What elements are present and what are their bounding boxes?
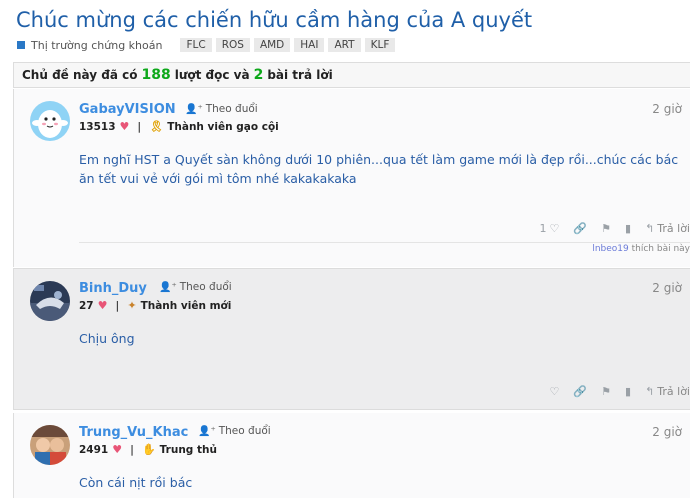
user-rank: Thành viên mới (140, 299, 232, 312)
user-meta: 27 ♥ | ✦ Thành viên mới (79, 299, 231, 312)
heart-icon: ♥ (97, 299, 108, 312)
user-rank: Trung thủ (159, 443, 217, 456)
bookmark-button[interactable]: ▮ (625, 222, 631, 235)
replies-label: bài trả lời (267, 68, 333, 82)
reply-button[interactable]: ↰ Trả lời (645, 385, 690, 398)
heart-outline-icon: ♡ (549, 385, 560, 398)
tag[interactable]: AMD (253, 38, 291, 52)
post-divider (79, 242, 690, 243)
follow-label: Theo đuổi (205, 103, 258, 115)
avatar[interactable] (30, 281, 70, 321)
stats-prefix: Chủ đề này đã có (22, 68, 138, 82)
avatar[interactable] (30, 101, 70, 141)
tag[interactable]: HAI (294, 38, 325, 52)
tag[interactable]: ROS (215, 38, 250, 52)
post-time[interactable]: 2 giờ (652, 281, 682, 295)
liked-suffix: thích bài này (631, 244, 690, 254)
user-score: 2491 (79, 443, 109, 456)
post: GabayVISION 👤⁺ Theo đuổi 2 giờ 13513 ♥ |… (13, 89, 690, 267)
flag-button[interactable]: ⚑ (601, 222, 611, 235)
category-badge-icon (17, 41, 25, 49)
user-score: 13513 (79, 120, 116, 133)
share-link-button[interactable]: 🔗 (573, 385, 587, 398)
like-button[interactable]: ♡ (550, 385, 560, 398)
tag[interactable]: KLF (364, 38, 396, 52)
reply-button[interactable]: ↰ Trả lời (645, 222, 690, 235)
heart-icon: ♥ (119, 120, 130, 133)
liker-name[interactable]: lnbeo19 (592, 244, 628, 254)
follow-label: Theo đuổi (179, 281, 232, 293)
user-meta: 2491 ♥ | ✋ Trung thủ (79, 443, 217, 456)
follow-button[interactable]: 👤⁺ Theo đuổi (185, 103, 258, 115)
medal-icon: 🎗 (149, 120, 164, 133)
reply-icon: ↰ (645, 385, 655, 398)
follow-button[interactable]: 👤⁺ Theo đuổi (198, 425, 271, 437)
post: Binh_Duy 👤⁺ Theo đuổi 2 giờ 27 ♥ | ✦ Thà… (13, 268, 690, 410)
link-icon: 🔗 (573, 222, 588, 235)
flag-button[interactable]: ⚑ (601, 385, 611, 398)
avatar[interactable] (30, 425, 70, 465)
reply-label: Trả lời (657, 222, 690, 235)
meta-separator: | (115, 299, 120, 312)
post-actions: 1 ♡ 🔗 ⚑ ▮ ↰ Trả lời (540, 222, 690, 235)
topic-title[interactable]: Chúc mừng các chiến hữu cầm hàng của A q… (16, 8, 532, 32)
post-body: Chịu ông (79, 331, 135, 346)
hand-icon: ✋ (141, 443, 156, 456)
views-count: 188 (141, 67, 171, 83)
tag[interactable]: FLC (180, 38, 212, 52)
liked-by: lnbeo19 thích bài này (592, 244, 690, 254)
post-username[interactable]: Binh_Duy (79, 281, 147, 296)
meta-separator: | (137, 120, 142, 133)
link-icon: 🔗 (573, 385, 588, 398)
share-link-button[interactable]: 🔗 (573, 222, 587, 235)
category-link[interactable]: Thị trường chứng khoán (31, 39, 162, 52)
tag-list: FLC ROS AMD HAI ART KLF (180, 38, 396, 52)
follow-button[interactable]: 👤⁺ Theo đuổi (159, 281, 232, 293)
flag-icon: ⚑ (601, 385, 611, 398)
reply-icon: ↰ (645, 222, 655, 235)
heart-outline-icon: ♡ (549, 222, 560, 235)
user-score: 27 (79, 299, 94, 312)
post-actions: ♡ 🔗 ⚑ ▮ ↰ Trả lời (550, 385, 690, 398)
post-time[interactable]: 2 giờ (652, 425, 682, 439)
bookmark-icon: ▮ (625, 385, 632, 398)
like-button[interactable]: 1 ♡ (540, 222, 560, 235)
post-time[interactable]: 2 giờ (652, 102, 682, 116)
user-meta: 13513 ♥ | 🎗 Thành viên gạo cội (79, 120, 279, 133)
bookmark-icon: ▮ (625, 222, 632, 235)
meta-separator: | (130, 443, 134, 456)
sprout-icon: ✦ (127, 299, 137, 312)
post: Trung_Vu_Khac 👤⁺ Theo đuổi 2 giờ 2491 ♥ … (13, 413, 690, 498)
post-username[interactable]: GabayVISION (79, 102, 176, 117)
user-plus-icon: 👤⁺ (198, 425, 216, 437)
tag[interactable]: ART (328, 38, 361, 52)
bookmark-button[interactable]: ▮ (625, 385, 631, 398)
user-rank: Thành viên gạo cội (167, 120, 279, 133)
post-body: Còn cái nịt rồi bác (79, 475, 193, 490)
post-body: Em nghĩ HST a Quyết sàn không dưới 10 ph… (79, 152, 679, 186)
reply-label: Trả lời (657, 385, 690, 398)
heart-icon: ♥ (112, 443, 123, 456)
follow-label: Theo đuổi (218, 425, 271, 437)
user-plus-icon: 👤⁺ (185, 103, 203, 115)
topic-meta: Thị trường chứng khoán FLC ROS AMD HAI A… (17, 38, 396, 52)
topic-stats: Chủ đề này đã có 188 lượt đọc và 2 bài t… (13, 62, 690, 88)
flag-icon: ⚑ (601, 222, 611, 235)
replies-count: 2 (253, 67, 264, 83)
post-username[interactable]: Trung_Vu_Khac (79, 425, 188, 440)
views-label: lượt đọc và (174, 68, 250, 82)
user-plus-icon: 👤⁺ (159, 281, 177, 293)
like-count: 1 (539, 222, 547, 235)
